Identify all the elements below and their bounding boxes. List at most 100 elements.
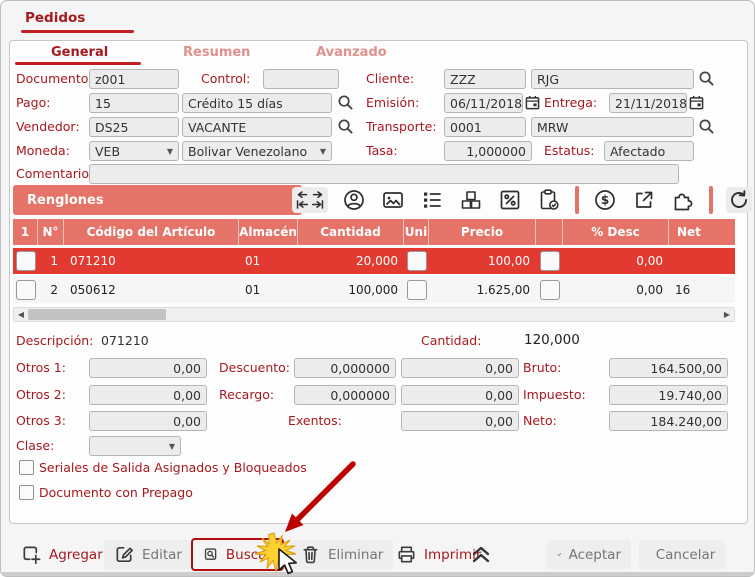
cell-desc: 0,00 bbox=[563, 277, 669, 303]
emision-field[interactable]: 06/11/2018 bbox=[444, 93, 523, 113]
uni-button[interactable] bbox=[407, 251, 427, 271]
item-list-icon[interactable] bbox=[419, 187, 445, 213]
agregar-button[interactable]: Agregar bbox=[11, 540, 113, 569]
entrega-field[interactable]: 21/11/2018 bbox=[609, 93, 687, 113]
cliente-name-field[interactable]: RJG bbox=[531, 69, 694, 89]
tab-pedidos[interactable]: Pedidos bbox=[25, 10, 85, 26]
transporte-name-field[interactable]: MRW bbox=[531, 117, 694, 137]
entrega-label: Entrega: bbox=[544, 95, 597, 110]
moneda-label: Moneda: bbox=[16, 143, 70, 158]
currency-dollar-icon[interactable]: $ bbox=[592, 187, 618, 213]
row-select-button[interactable] bbox=[16, 280, 36, 300]
control-label: Control: bbox=[201, 71, 250, 86]
vendedor-name-field[interactable]: VACANTE bbox=[182, 117, 332, 137]
window-bottom-edge bbox=[1, 572, 755, 577]
cell-cantidad: 20,000 bbox=[298, 248, 404, 274]
aceptar-button[interactable]: Aceptar bbox=[547, 540, 631, 569]
moneda-name-select[interactable]: Bolivar Venezolano▼ bbox=[182, 141, 332, 161]
emision-calendar-icon[interactable] bbox=[525, 95, 540, 110]
editar-button[interactable]: Editar bbox=[104, 540, 192, 569]
comentario-field[interactable] bbox=[89, 164, 679, 184]
table-row[interactable]: 1 071210 01 20,000 100,00 0,00 bbox=[13, 248, 735, 274]
bruto-field[interactable]: 164.500,00 bbox=[609, 358, 728, 378]
uni-button[interactable] bbox=[407, 280, 427, 300]
clipboard-check-icon[interactable] bbox=[536, 187, 562, 213]
entrega-calendar-icon[interactable] bbox=[689, 95, 704, 110]
exentos-field[interactable]: 0,00 bbox=[401, 411, 519, 431]
cliente-search-icon[interactable] bbox=[698, 70, 715, 87]
impuesto-label: Impuesto: bbox=[523, 387, 586, 402]
packages-icon[interactable] bbox=[458, 187, 484, 213]
cell-codigo: 071210 bbox=[64, 248, 239, 274]
tab-avanzado[interactable]: Avanzado bbox=[316, 45, 387, 60]
vendedor-code-field[interactable]: DS25 bbox=[89, 117, 179, 137]
pago-code-field[interactable]: 15 bbox=[89, 93, 179, 113]
extra-button[interactable] bbox=[540, 251, 560, 271]
resize-arrows-icon[interactable] bbox=[292, 187, 328, 213]
descuento-monto-field[interactable]: 0,00 bbox=[401, 358, 519, 378]
documento-field[interactable]: z001 bbox=[89, 69, 179, 89]
scroll-left-icon[interactable]: ◀ bbox=[14, 310, 28, 319]
table-hscrollbar[interactable]: ◀ ▶ bbox=[13, 307, 735, 322]
scrollbar-thumb[interactable] bbox=[28, 309, 166, 320]
puzzle-icon[interactable] bbox=[670, 187, 696, 213]
pago-search-icon[interactable] bbox=[337, 94, 354, 111]
tasa-field[interactable]: 1,000000 bbox=[444, 141, 532, 161]
user-icon[interactable] bbox=[341, 187, 367, 213]
recargo-pct-field[interactable]: 0,000000 bbox=[294, 385, 396, 405]
emision-label: Emisión: bbox=[366, 95, 419, 110]
cliente-label: Cliente: bbox=[366, 71, 414, 86]
col-almacen: Almacén bbox=[239, 219, 298, 245]
clase-select[interactable]: ▼ bbox=[89, 436, 181, 456]
percent-icon[interactable] bbox=[497, 187, 523, 213]
extra-button[interactable] bbox=[540, 280, 560, 300]
descuento-pct-field[interactable]: 0,000000 bbox=[294, 358, 396, 378]
col-extra bbox=[536, 219, 563, 245]
cell-almacen: 01 bbox=[239, 277, 298, 303]
col-neto: Net bbox=[669, 219, 735, 245]
renglones-toolbar: $ bbox=[292, 186, 755, 214]
moneda-code-select[interactable]: VEB▼ bbox=[89, 141, 179, 161]
otros1-field[interactable]: 0,00 bbox=[89, 358, 207, 378]
scroll-right-icon[interactable]: ▶ bbox=[720, 310, 734, 319]
cantidad-total-value: 120,000 bbox=[524, 332, 580, 348]
transporte-code-field[interactable]: 0001 bbox=[444, 117, 526, 137]
vendedor-search-icon[interactable] bbox=[337, 118, 354, 135]
recargo-monto-field[interactable]: 0,00 bbox=[401, 385, 519, 405]
seriales-checkbox[interactable] bbox=[19, 460, 34, 475]
cell-codigo: 050612 bbox=[64, 277, 239, 303]
cell-precio: 100,00 bbox=[429, 248, 536, 274]
cantidad-total-label: Cantidad: bbox=[421, 333, 481, 348]
control-field[interactable] bbox=[263, 69, 339, 89]
cell-neto bbox=[669, 248, 735, 274]
comentario-label: Comentario: bbox=[16, 166, 93, 181]
tab-resumen[interactable]: Resumen bbox=[183, 45, 250, 60]
pago-name-field[interactable]: Crédito 15 días bbox=[182, 93, 332, 113]
estatus-field[interactable]: Afectado bbox=[604, 141, 694, 161]
collapse-chevrons-icon[interactable] bbox=[469, 543, 493, 567]
image-icon[interactable] bbox=[380, 187, 406, 213]
row-select-button[interactable] bbox=[16, 251, 36, 271]
cell-neto: 16 bbox=[669, 277, 735, 303]
vendedor-label: Vendedor: bbox=[16, 119, 80, 134]
otros3-field[interactable]: 0,00 bbox=[89, 411, 207, 431]
neto-total-field[interactable]: 184.240,00 bbox=[609, 411, 728, 431]
cliente-code-field[interactable]: ZZZ bbox=[444, 69, 526, 89]
tab-general[interactable]: General bbox=[51, 45, 108, 60]
external-link-icon[interactable] bbox=[631, 187, 657, 213]
eliminar-label: Eliminar bbox=[328, 547, 383, 563]
cancelar-button[interactable]: Cancelar bbox=[639, 540, 725, 569]
transporte-search-icon[interactable] bbox=[698, 118, 715, 135]
moneda-name-value: Bolivar Venezolano bbox=[188, 144, 307, 159]
table-row[interactable]: 2 050612 01 100,000 1.625,00 0,00 16 bbox=[13, 277, 735, 303]
clase-label: Clase: bbox=[16, 438, 54, 453]
renglones-title: Renglones bbox=[27, 193, 104, 208]
otros2-field[interactable]: 0,00 bbox=[89, 385, 207, 405]
col-sel: 1 bbox=[13, 219, 38, 245]
recargo-label: Recargo: bbox=[219, 387, 274, 402]
annotation-arrow bbox=[271, 456, 371, 538]
tab-general-indicator bbox=[15, 62, 141, 65]
impuesto-field[interactable]: 19.740,00 bbox=[609, 385, 728, 405]
prepago-checkbox[interactable] bbox=[19, 485, 34, 500]
refresh-icon[interactable] bbox=[726, 187, 752, 213]
